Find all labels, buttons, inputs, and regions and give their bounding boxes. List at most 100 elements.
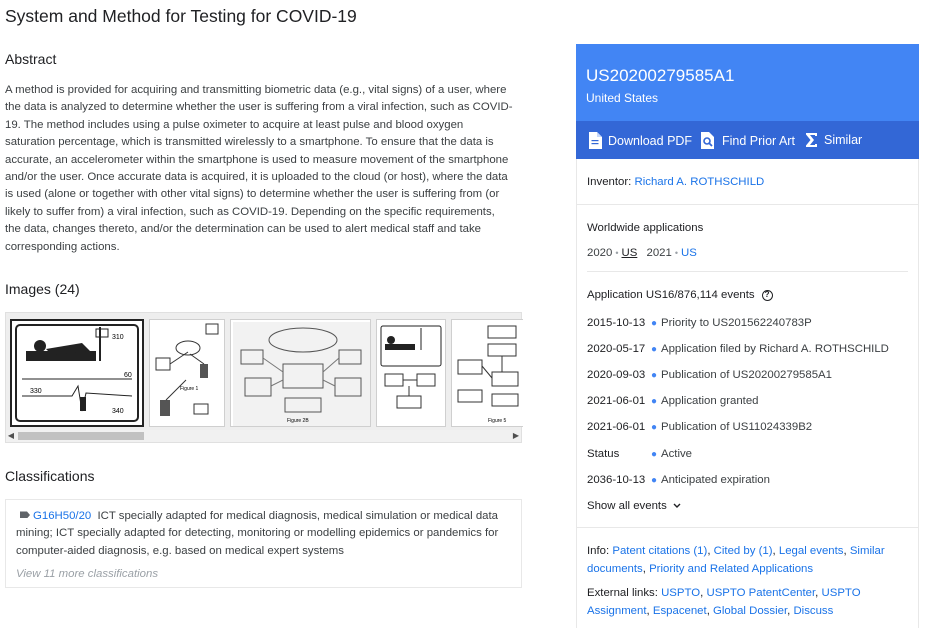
patent-drawing-figure-3: 310 330 340 60	[15, 324, 139, 422]
worldwide-year: 2020	[587, 247, 613, 259]
find-prior-art-button[interactable]: Find Prior Art	[700, 132, 795, 149]
patent-number: US20200279585A1	[586, 66, 735, 85]
classification-item: G16H50/20 ICT specially adapted for medi…	[16, 508, 512, 560]
event-date: 2021-06-01	[587, 421, 646, 433]
scroll-left-icon[interactable]: ◀	[6, 430, 16, 442]
patent-citations-link[interactable]: Patent citations (1)	[612, 545, 707, 557]
separator-dot: •	[615, 248, 619, 258]
event-dot-icon: ●	[651, 475, 658, 486]
event-description: Anticipated expiration	[661, 474, 770, 486]
abstract-text: A method is provided for acquiring and t…	[5, 84, 513, 253]
event-description: Priority to US201562240783P	[661, 317, 812, 329]
inventor-link[interactable]: Richard A. ROTHSCHILD	[635, 176, 765, 188]
scrollbar-thumb[interactable]	[18, 432, 144, 440]
worldwide-year: 2021	[646, 247, 672, 259]
find-prior-art-label: Find Prior Art	[722, 133, 795, 148]
image-thumbnail[interactable]	[376, 319, 446, 427]
info-links: Info: Patent citations (1), Cited by (1)…	[587, 545, 885, 575]
espacenet-link[interactable]: Espacenet	[653, 605, 707, 617]
global-dossier-link[interactable]: Global Dossier	[713, 605, 787, 617]
document-icon	[589, 132, 602, 149]
similar-label: Similar	[824, 133, 863, 147]
event-description: Publication of US20200279585A1	[661, 369, 832, 381]
horizontal-scrollbar[interactable]: ◀ ▶	[6, 430, 521, 442]
event-description: Application filed by Richard A. ROTHSCHI…	[661, 343, 889, 355]
drawing-ref-330: 330	[30, 388, 42, 395]
discuss-link[interactable]: Discuss	[793, 605, 833, 617]
event-dot-icon: ●	[651, 344, 658, 355]
abstract-heading: Abstract	[5, 51, 57, 67]
uspto-patentcenter-link[interactable]: USPTO PatentCenter	[706, 587, 815, 599]
event-row: 2021-06-01 ● Application granted	[587, 395, 907, 407]
document-search-icon	[701, 132, 714, 149]
event-row: 2021-06-01 ● Publication of US11024339B2	[587, 421, 907, 433]
sigma-icon	[806, 133, 817, 147]
chevron-down-icon	[673, 503, 681, 508]
drawing-ref-340: 340	[112, 408, 124, 415]
classifications-heading: Classifications	[5, 468, 95, 484]
classification-code-link[interactable]: G16H50/20	[33, 510, 91, 522]
events-heading: Application US16/876,114 events ?	[587, 289, 773, 301]
event-dot-icon: ●	[651, 396, 658, 407]
classifications-box: G16H50/20 ICT specially adapted for medi…	[5, 499, 522, 588]
download-pdf-button[interactable]: Download PDF	[588, 132, 692, 149]
divider	[577, 204, 918, 205]
image-thumbnail[interactable]: Figure 1	[149, 319, 225, 427]
image-thumbnail[interactable]: Figure 5	[451, 319, 523, 427]
worldwide-country-link[interactable]: US	[681, 247, 697, 259]
figure-caption: Figure 5	[488, 418, 507, 424]
event-dot-icon: ●	[651, 449, 658, 460]
info-label: Info:	[587, 545, 610, 557]
event-row: 2015-10-13 ● Priority to US201562240783P	[587, 317, 907, 329]
divider	[587, 271, 908, 272]
external-links-label: External links:	[587, 587, 658, 599]
patent-country: United States	[586, 91, 659, 105]
patent-drawing-figure-1: Figure 1	[155, 323, 219, 416]
worldwide-heading: Worldwide applications	[587, 222, 704, 234]
drawing-ref-60: 60	[124, 372, 132, 379]
event-row: Status ● Active	[587, 448, 907, 460]
image-thumbnail[interactable]: Figure 2B	[230, 319, 371, 427]
patent-side-panel: Inventor: Richard A. ROTHSCHILD Worldwid…	[576, 159, 919, 628]
patent-drawing-figure-2b: Figure 2B	[233, 322, 370, 426]
worldwide-country-link[interactable]: US	[622, 247, 638, 259]
divider	[577, 527, 918, 528]
separator-dot: •	[674, 248, 678, 258]
image-thumbnail[interactable]: 310 330 340 60	[10, 319, 144, 427]
uspto-link[interactable]: USPTO	[661, 587, 700, 599]
patent-drawing-figure-5: Figure 5	[457, 325, 519, 424]
similar-button[interactable]: Similar	[805, 132, 862, 148]
external-links: External links: USPTO, USPTO PatentCente…	[587, 587, 861, 617]
images-heading: Images (24)	[5, 281, 80, 297]
cited-by-link[interactable]: Cited by (1)	[714, 545, 773, 557]
event-date: Status	[587, 448, 620, 460]
priority-related-applications-link[interactable]: Priority and Related Applications	[649, 563, 813, 575]
help-icon[interactable]: ?	[761, 289, 773, 301]
event-dot-icon: ●	[651, 422, 658, 433]
show-all-events-button[interactable]: Show all events	[587, 500, 681, 512]
event-dot-icon: ●	[651, 370, 658, 381]
event-row: 2020-05-17 ● Application filed by Richard …	[587, 343, 907, 355]
inventor-row: Inventor: Richard A. ROTHSCHILD	[587, 176, 764, 188]
view-more-classifications-link[interactable]: View 11 more classifications	[16, 568, 158, 580]
event-date: 2020-09-03	[587, 369, 646, 381]
patent-drawing-figure-4	[380, 325, 442, 409]
scroll-right-icon[interactable]: ▶	[511, 430, 521, 442]
inventor-label: Inventor:	[587, 176, 632, 188]
download-pdf-label: Download PDF	[608, 133, 693, 148]
legal-events-link[interactable]: Legal events	[779, 545, 844, 557]
figure-caption: Figure 1	[180, 386, 199, 392]
event-row: 2036-10-13 ● Anticipated expiration	[587, 474, 907, 486]
events-heading-text: Application US16/876,114 events	[587, 289, 755, 301]
page-title: System and Method for Testing for COVID-…	[5, 6, 357, 26]
event-description: Application granted	[661, 395, 759, 407]
label-icon	[20, 511, 30, 519]
image-carousel[interactable]: 310 330 340 60 Figure 1 Figure 2B Figure…	[5, 312, 523, 443]
patent-action-bar: Download PDF Find Prior Art Similar	[576, 121, 919, 159]
patent-header: US20200279585A1 United States Download P…	[576, 44, 919, 159]
event-description: Active	[661, 448, 693, 460]
event-date: 2020-05-17	[587, 343, 646, 355]
event-description: Publication of US11024339B2	[661, 421, 813, 433]
worldwide-applications: 2020 • US 2021 • US	[587, 247, 697, 259]
event-row: 2020-09-03 ● Publication of US20200279585A…	[587, 369, 907, 381]
